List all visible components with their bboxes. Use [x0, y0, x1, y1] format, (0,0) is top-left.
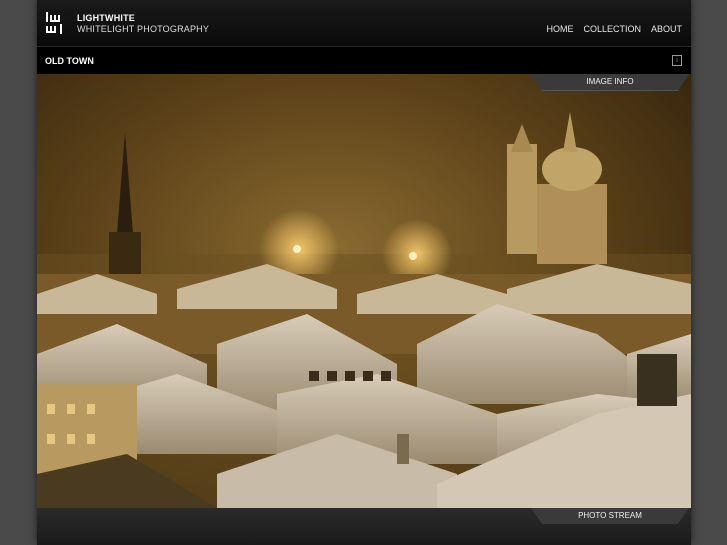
title-bar: OLD TOWN i [37, 46, 691, 75]
lightwhite-logo[interactable] [45, 11, 69, 37]
brand-tagline: WHITELIGHT PHOTOGRAPHY [77, 24, 210, 34]
nav-collection[interactable]: COLLECTION [583, 24, 641, 34]
brand-name[interactable]: LIGHTWHITE [77, 13, 135, 23]
photo-stream-tab[interactable]: PHOTO STREAM [531, 508, 689, 524]
image-info-tab[interactable]: IMAGE INFO [531, 74, 689, 91]
info-icon[interactable]: i [672, 55, 682, 66]
nav-home[interactable]: HOME [546, 24, 573, 34]
site-header: LIGHTWHITE WHITELIGHT PHOTOGRAPHY HOME C… [37, 0, 691, 46]
main-nav: HOME COLLECTION ABOUT [546, 24, 682, 34]
page-title: OLD TOWN [45, 56, 94, 66]
main-photo[interactable] [37, 74, 691, 508]
nav-about[interactable]: ABOUT [651, 24, 682, 34]
page-frame: LIGHTWHITE WHITELIGHT PHOTOGRAPHY HOME C… [37, 0, 691, 545]
photo-scene [37, 74, 691, 508]
